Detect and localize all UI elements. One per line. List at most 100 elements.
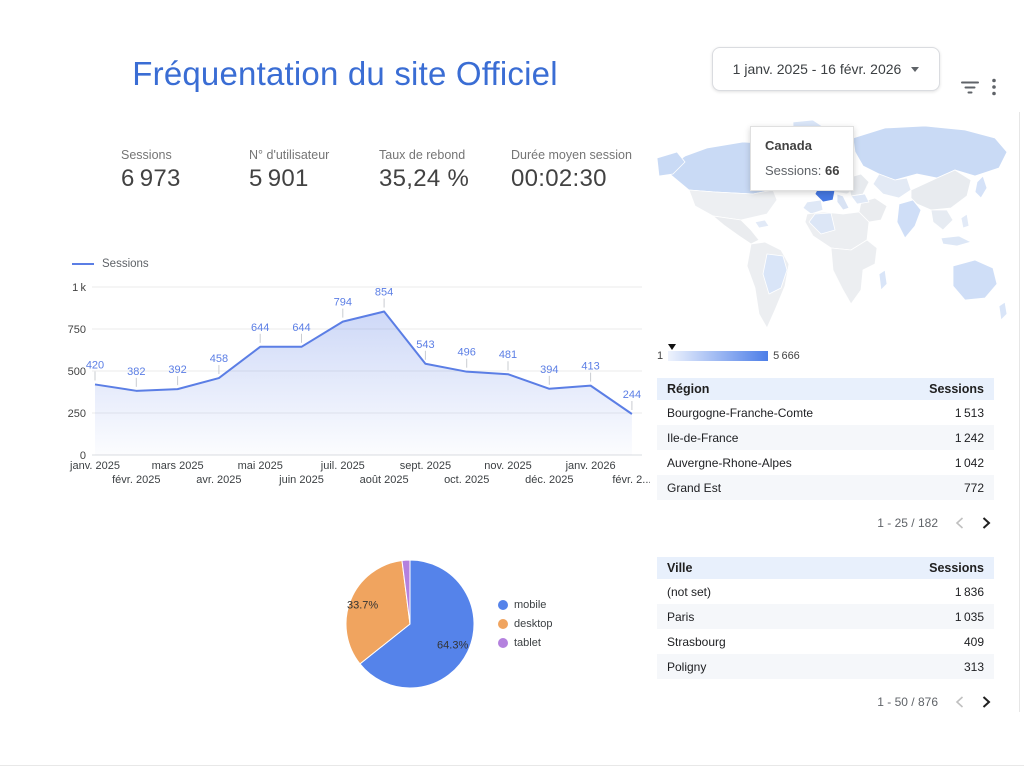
row-value: 1 836 [954,584,984,599]
pie-legend-item-mobile: mobile [498,599,553,611]
next-page-icon[interactable] [981,516,992,530]
row-label: Strasbourg [667,634,726,649]
svg-text:543: 543 [416,339,434,351]
table-header[interactable]: Ville Sessions [657,557,994,579]
date-range-value: 1 janv. 2025 - 16 févr. 2026 [732,61,902,77]
table-row[interactable]: Ile-de-France 1 242 [657,425,994,450]
svg-text:juil. 2025: juil. 2025 [320,460,365,472]
svg-text:nov. 2025: nov. 2025 [484,460,532,472]
country-india [896,199,922,239]
legend-label: Sessions [102,258,149,270]
table-row[interactable]: Lyon 299 [657,679,994,687]
scorecard-avg-session: Durée moyen session 00:02:30 [511,148,632,193]
geo-map-card[interactable]: Canada Sessions: 66 1 5 666 [655,118,1015,364]
scorecard-label: Durée moyen session [511,148,632,162]
filter-list-icon[interactable] [961,80,979,100]
row-label: Auvergne-Rhone-Alpes [667,455,792,470]
pie-legend: mobile desktop tablet [498,599,553,649]
svg-text:1 k: 1 k [72,282,86,294]
row-value: 1 242 [954,430,984,445]
scale-min-label: 1 [657,350,664,362]
scorecard-value: 6 973 [121,165,181,192]
row-label: (not set) [667,506,711,508]
row-value: 772 [963,480,984,495]
row-value: 313 [963,659,984,674]
column-header-ville[interactable]: Ville [667,561,692,575]
svg-text:644: 644 [251,322,269,334]
table-row[interactable]: Paris 1 035 [657,604,994,629]
table-row[interactable]: (not set) 1 836 [657,579,994,604]
svg-text:750: 750 [68,324,86,336]
sessions-time-series-chart[interactable]: 1 k7505002500420janv. 2025382févr. 20253… [30,277,650,495]
table-header[interactable]: Région Sessions [657,378,994,400]
scale-max-label: 5 666 [773,350,800,362]
device-pie-chart-card: 64.3% 33.7% mobile desktop tablet [330,552,630,702]
column-header-region[interactable]: Région [667,382,709,396]
scorecard-sessions: Sessions 6 973 [121,148,181,193]
country-italy [836,193,850,211]
legend-label: mobile [514,599,547,611]
canvas-right-edge [1019,112,1020,712]
svg-text:250: 250 [68,408,86,420]
column-header-sessions[interactable]: Sessions [929,382,984,396]
row-value: 299 [964,685,984,687]
svg-text:févr. 2...: févr. 2... [612,474,650,486]
table-row[interactable]: Grand Est 772 [657,475,994,500]
row-value: 1 513 [954,405,984,420]
svg-text:févr. 2025: févr. 2025 [112,474,160,486]
row-value: 1 042 [954,455,984,470]
report-canvas: Fréquentation du site Officiel 1 janv. 2… [0,0,1024,769]
svg-text:avr. 2025: avr. 2025 [196,474,241,486]
svg-text:420: 420 [86,359,104,371]
scale-marker-icon [668,344,677,350]
previous-page-icon[interactable] [954,695,965,709]
table-row[interactable]: Strasbourg 409 [657,629,994,654]
table-pagination: 1 - 50 / 876 [657,691,994,713]
scale-gradient-bar [668,351,769,361]
svg-text:794: 794 [334,297,352,309]
scorecard-value: 00:02:30 [511,165,607,192]
svg-text:mai 2025: mai 2025 [238,460,283,472]
table-row[interactable]: (not set) 586 [657,500,994,508]
scorecard-label: Taux de rebond [379,148,466,162]
map-tooltip: Canada Sessions: 66 [750,126,855,191]
previous-page-icon[interactable] [954,516,965,530]
column-header-sessions[interactable]: Sessions [929,561,984,575]
row-label: Paris [667,609,695,624]
legend-dot-icon [498,638,508,648]
next-page-icon[interactable] [981,695,992,709]
ville-table: Ville Sessions (not set) 1 836 Paris 1 035 S… [657,557,994,713]
svg-text:oct. 2025: oct. 2025 [444,474,489,486]
row-value: 586 [964,506,984,508]
svg-text:382: 382 [127,366,145,378]
canvas-bottom-edge [0,765,1024,766]
country-spain [802,199,824,215]
chevron-down-icon [911,66,920,72]
svg-text:644: 644 [292,322,310,334]
legend-label: tablet [514,637,541,649]
pagination-range: 1 - 50 / 876 [877,695,938,709]
row-label: Poligny [667,659,707,674]
svg-text:janv. 2025: janv. 2025 [69,460,120,472]
scorecard-value: 5 901 [249,165,309,192]
region-table: Région Sessions Bourgogne-Franche-Comte 1… [657,378,994,534]
table-pagination: 1 - 25 / 182 [657,512,994,534]
country-china [910,169,972,211]
svg-text:458: 458 [210,353,228,365]
table-row[interactable]: Poligny 313 [657,654,994,679]
date-range-picker[interactable]: 1 janv. 2025 - 16 févr. 2026 [712,47,940,91]
legend-line-swatch [72,263,94,265]
svg-text:854: 854 [375,287,393,299]
map-color-scale: 1 5 666 [657,344,800,362]
region-sub-saharan-africa [830,239,878,305]
device-pie-chart[interactable]: 64.3% 33.7% [330,552,490,697]
table-body: (not set) 1 836 Paris 1 035 Strasbourg 409 Pol… [657,579,994,686]
svg-text:64.3%: 64.3% [437,640,468,652]
table-row[interactable]: Bourgogne-Franche-Comte 1 513 [657,400,994,425]
kebab-menu-icon[interactable] [992,78,996,101]
svg-text:496: 496 [458,347,476,359]
table-row[interactable]: Auvergne-Rhone-Alpes 1 042 [657,450,994,475]
svg-text:janv. 2026: janv. 2026 [565,460,616,472]
scorecard-label: Sessions [121,148,172,162]
row-label: Ile-de-France [667,430,739,445]
